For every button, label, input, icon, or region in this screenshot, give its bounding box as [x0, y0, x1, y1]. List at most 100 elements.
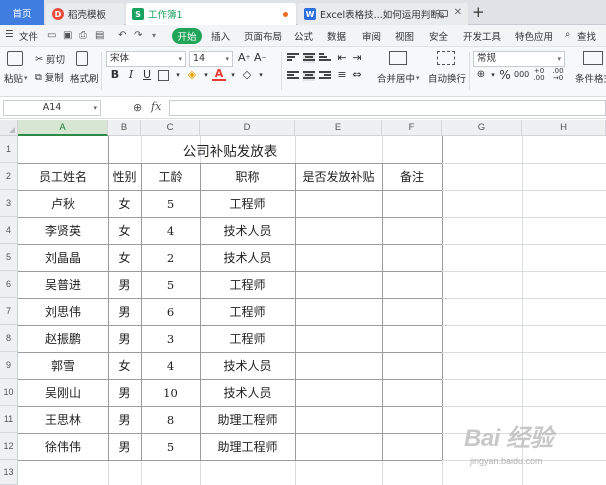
table-cell[interactable]: 李贤英 [18, 217, 108, 244]
row-header-2[interactable]: 2 [0, 163, 18, 190]
decrease-font-icon[interactable]: A − [254, 51, 267, 64]
monitor-icon[interactable] [439, 10, 448, 17]
menu-start[interactable]: 开始 [172, 28, 202, 44]
row-header-3[interactable]: 3 [0, 190, 18, 217]
function-icon[interactable]: fx [151, 100, 161, 113]
table-cell[interactable]: 女 [108, 352, 141, 379]
table-cell[interactable] [295, 352, 382, 379]
print-preview-icon[interactable]: ▤ [95, 30, 106, 41]
open-folder-icon[interactable]: ▭ [47, 30, 58, 41]
table-cell[interactable] [295, 433, 382, 460]
fill-color-icon[interactable]: ◈ [185, 68, 199, 82]
row-header-5[interactable]: 5 [0, 244, 18, 271]
select-all-corner[interactable] [0, 120, 18, 136]
row-header-10[interactable]: 10 [0, 379, 18, 406]
table-cell[interactable]: 助理工程师 [200, 433, 295, 460]
merge-center-button[interactable]: 合并居中 ▾ [377, 71, 420, 85]
font-color-dropdown-icon[interactable]: ▾ [226, 68, 240, 82]
format-painter-button[interactable]: 格式刷 [70, 71, 99, 85]
menu-special[interactable]: 特色应用 [515, 29, 553, 43]
print-icon[interactable]: ⎙ [79, 30, 90, 41]
format-painter-icon[interactable] [76, 51, 88, 66]
increase-font-icon[interactable]: A + [238, 51, 251, 64]
table-cell[interactable]: 女 [108, 217, 141, 244]
number-format-select[interactable]: 常规 ▾ [473, 51, 565, 67]
menu-review[interactable]: 审阅 [362, 29, 381, 43]
table-cell[interactable] [295, 217, 382, 244]
table-cell[interactable]: 2 [141, 244, 200, 271]
table-cell[interactable] [382, 379, 442, 406]
table-cell[interactable]: 技术人员 [200, 379, 295, 406]
percent-icon[interactable]: % [498, 68, 512, 82]
menu-page-layout[interactable]: 页面布局 [244, 29, 282, 43]
column-header-e[interactable]: E [295, 120, 382, 136]
paste-button[interactable]: 粘贴 ▾ [4, 71, 28, 85]
table-cell[interactable] [295, 298, 382, 325]
column-label-cell[interactable]: 性别 [108, 163, 141, 190]
row-header-4[interactable]: 4 [0, 217, 18, 244]
table-cell[interactable]: 工程师 [200, 325, 295, 352]
column-header-g[interactable]: G [442, 120, 522, 136]
table-cell[interactable]: 技术人员 [200, 244, 295, 271]
column-header-a[interactable]: A [18, 120, 108, 136]
underline-button[interactable]: U [140, 68, 154, 82]
row-header-12[interactable]: 12 [0, 433, 18, 460]
search-icon[interactable]: ⌕ [565, 29, 570, 40]
paste-icon[interactable] [7, 51, 23, 66]
new-tab-button[interactable]: + [472, 3, 485, 21]
menu-file[interactable]: 文件 [19, 29, 38, 43]
column-header-c[interactable]: C [141, 120, 200, 136]
column-header-d[interactable]: D [200, 120, 295, 136]
decrease-decimal-icon[interactable]: .00 →0 [551, 68, 565, 82]
menu-security[interactable]: 安全 [429, 29, 448, 43]
border-dropdown-icon[interactable]: ▾ [171, 68, 185, 82]
table-cell[interactable]: 技术人员 [200, 217, 295, 244]
wrap-text-button[interactable]: 自动换行 [428, 71, 466, 85]
align-right-icon[interactable] [319, 71, 331, 81]
distribute-icon[interactable]: ≡ [335, 68, 349, 82]
table-cell[interactable] [295, 271, 382, 298]
conditional-format-button[interactable]: 条件格式 [575, 71, 606, 85]
column-label-cell[interactable]: 是否发放补贴 [295, 163, 382, 190]
table-cell[interactable]: 5 [141, 433, 200, 460]
tab-template[interactable]: D 稻壳模板 [46, 3, 124, 25]
column-label-cell[interactable]: 工龄 [141, 163, 200, 190]
table-cell[interactable] [382, 433, 442, 460]
quick-access-dropdown-icon[interactable]: ▾ [152, 30, 163, 41]
column-header-h[interactable]: H [522, 120, 606, 136]
menu-developer[interactable]: 开发工具 [463, 29, 501, 43]
clear-format-icon[interactable]: ◇ [240, 68, 254, 82]
increase-decimal-icon[interactable]: +0.00 [532, 68, 546, 82]
table-cell[interactable] [382, 271, 442, 298]
table-cell[interactable]: 男 [108, 379, 141, 406]
cut-button[interactable]: ✂ 剪切 [35, 52, 65, 67]
table-cell[interactable]: 吴普进 [18, 271, 108, 298]
hamburger-icon[interactable]: ☰ [5, 29, 14, 40]
font-color-icon[interactable]: A [212, 68, 226, 81]
table-cell[interactable] [295, 379, 382, 406]
table-cell[interactable]: 男 [108, 325, 141, 352]
table-cell[interactable]: 3 [141, 325, 200, 352]
table-cell[interactable] [382, 244, 442, 271]
formula-input[interactable] [169, 100, 606, 116]
table-cell[interactable] [382, 406, 442, 433]
align-left-icon[interactable] [287, 71, 299, 81]
column-header-b[interactable]: B [108, 120, 141, 136]
table-cell[interactable]: 刘晶晶 [18, 244, 108, 271]
table-cell[interactable]: 男 [108, 298, 141, 325]
table-cell[interactable]: 女 [108, 244, 141, 271]
table-cell[interactable] [382, 325, 442, 352]
tab-home[interactable]: 首页 [0, 0, 44, 25]
row-header-7[interactable]: 7 [0, 298, 18, 325]
table-cell[interactable]: 助理工程师 [200, 406, 295, 433]
table-cell[interactable]: 工程师 [200, 271, 295, 298]
table-cell[interactable] [295, 244, 382, 271]
redo-icon[interactable]: ↷ [134, 30, 145, 41]
wrap-text-icon[interactable] [437, 51, 455, 65]
fill-dropdown-icon[interactable]: ▾ [199, 68, 213, 82]
align-center-icon[interactable] [303, 71, 315, 81]
table-cell[interactable]: 技术人员 [200, 352, 295, 379]
table-cell[interactable]: 徐伟伟 [18, 433, 108, 460]
table-cell[interactable]: 8 [141, 406, 200, 433]
table-cell[interactable] [295, 325, 382, 352]
